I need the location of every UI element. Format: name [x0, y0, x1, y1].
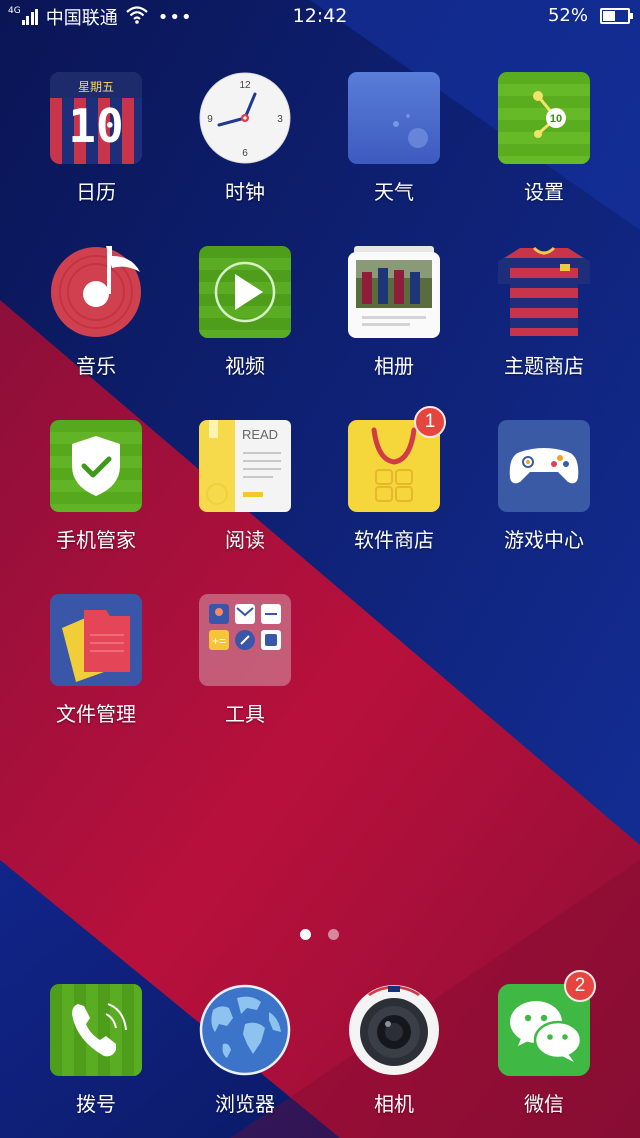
app-label: 相机 — [374, 1092, 414, 1116]
theme-store-icon — [498, 246, 590, 338]
app-label: 游戏中心 — [504, 528, 584, 552]
clock-dial-3: 3 — [277, 114, 283, 125]
dock-dialer[interactable]: 拨号 — [26, 984, 166, 1117]
app-store-icon: 1 — [348, 406, 446, 512]
clock-icon: 12 3 6 9 — [199, 72, 291, 164]
app-calendar[interactable]: 星期五 10 日历 — [26, 72, 166, 205]
page-dot-1[interactable] — [300, 929, 311, 940]
page-dot-2[interactable] — [328, 929, 339, 940]
phone-manager-icon — [50, 420, 142, 512]
reader-icon: READ — [199, 420, 291, 512]
app-label: 拨号 — [76, 1092, 116, 1116]
app-label: 设置 — [524, 180, 564, 204]
app-label: 阅读 — [225, 528, 265, 552]
app-weather[interactable]: 天气 — [324, 72, 464, 205]
clock-dial-12: 12 — [239, 80, 251, 91]
dock-browser[interactable]: 浏览器 — [175, 984, 315, 1117]
phone-icon — [50, 984, 142, 1076]
app-label: 日历 — [76, 180, 116, 204]
clock-dial-9: 9 — [207, 114, 213, 125]
app-label: 主题商店 — [504, 354, 584, 378]
app-video[interactable]: 视频 — [175, 246, 315, 379]
app-gallery[interactable]: 相册 — [324, 246, 464, 379]
game-center-icon — [498, 420, 590, 512]
status-bar: 4G 中国联通 ••• 12:42 52% — [0, 0, 640, 34]
app-settings[interactable]: 10 设置 — [474, 72, 614, 205]
reader-caption: READ — [242, 427, 278, 442]
app-clock[interactable]: 12 3 6 9 时钟 — [175, 72, 315, 205]
app-reader[interactable]: READ 阅读 — [175, 420, 315, 553]
battery-percent: 52% — [547, 5, 588, 26]
app-app-store[interactable]: 1 软件商店 — [324, 406, 464, 553]
music-icon — [50, 246, 142, 338]
app-file-manager[interactable]: 文件管理 — [26, 594, 166, 727]
video-icon — [199, 246, 291, 338]
app-label: 软件商店 — [354, 528, 434, 552]
settings-number: 10 — [550, 113, 562, 125]
app-label: 时钟 — [225, 180, 265, 204]
camera-icon — [348, 984, 440, 1076]
tools-folder-icon: += — [199, 594, 291, 686]
settings-icon: 10 — [498, 72, 590, 164]
file-manager-icon — [50, 594, 142, 686]
app-label: 天气 — [374, 180, 414, 204]
app-label: 工具 — [225, 702, 265, 726]
battery-icon — [600, 7, 633, 24]
app-music[interactable]: 音乐 — [26, 246, 166, 379]
app-label: 相册 — [374, 354, 414, 378]
browser-globe-icon — [199, 984, 291, 1076]
status-time: 12:42 — [292, 5, 348, 27]
app-label: 文件管理 — [56, 702, 136, 726]
app-label: 浏览器 — [215, 1092, 275, 1116]
clock-dial-6: 6 — [242, 148, 248, 159]
notification-badge: 1 — [414, 406, 446, 438]
page-indicator[interactable] — [0, 929, 640, 943]
calendar-day: 10 — [68, 99, 124, 153]
app-label: 音乐 — [76, 354, 116, 378]
app-game-center[interactable]: 游戏中心 — [474, 420, 614, 553]
app-tools-folder[interactable]: += 工具 — [175, 594, 315, 727]
wechat-icon: 2 — [498, 970, 596, 1076]
calendar-weekday: 星期五 — [77, 80, 114, 94]
app-theme-store[interactable]: 主题商店 — [474, 246, 614, 379]
app-label: 手机管家 — [56, 528, 136, 552]
dock-wechat[interactable]: 2 微信 — [474, 970, 614, 1117]
weather-icon — [348, 72, 440, 164]
calendar-icon: 星期五 10 — [50, 72, 142, 164]
dock-camera[interactable]: 相机 — [324, 984, 464, 1117]
app-label: 微信 — [524, 1092, 564, 1116]
gallery-icon — [348, 246, 440, 338]
svg-text:+=: += — [212, 634, 226, 648]
app-phone-manager[interactable]: 手机管家 — [26, 420, 166, 553]
app-label: 视频 — [225, 354, 265, 378]
notification-badge: 2 — [564, 970, 596, 1002]
